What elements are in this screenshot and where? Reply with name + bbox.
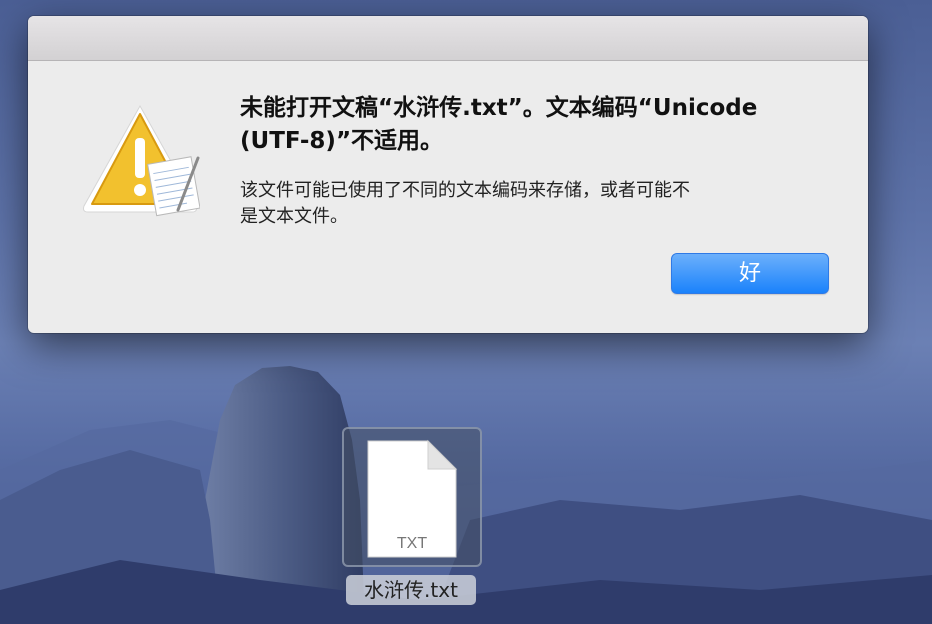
file-extension-label: TXT: [396, 535, 428, 552]
alert-dialog: 未能打开文稿“水浒传.txt”。文本编码“Unicode (UTF-8)”不适用…: [28, 16, 868, 333]
desktop-file-item[interactable]: TXT: [342, 427, 482, 567]
ok-button[interactable]: 好: [671, 253, 829, 294]
alert-message-line2: 是文本文件。: [240, 206, 348, 227]
caution-textedit-icon: [80, 102, 201, 217]
desktop-file-name[interactable]: 水浒传.txt: [346, 575, 476, 605]
alert-title-line2: (UTF-8)”不适用。: [240, 128, 444, 154]
alert-title: 未能打开文稿“水浒传.txt”。文本编码“Unicode (UTF-8)”不适用…: [240, 92, 840, 158]
dialog-titlebar[interactable]: [28, 16, 868, 61]
alert-message: 该文件可能已使用了不同的文本编码来存储，或者可能不 是文本文件。: [240, 178, 820, 230]
alert-message-line1: 该文件可能已使用了不同的文本编码来存储，或者可能不: [240, 180, 690, 201]
alert-title-line1: 未能打开文稿“水浒传.txt”。文本编码“Unicode: [240, 95, 758, 121]
